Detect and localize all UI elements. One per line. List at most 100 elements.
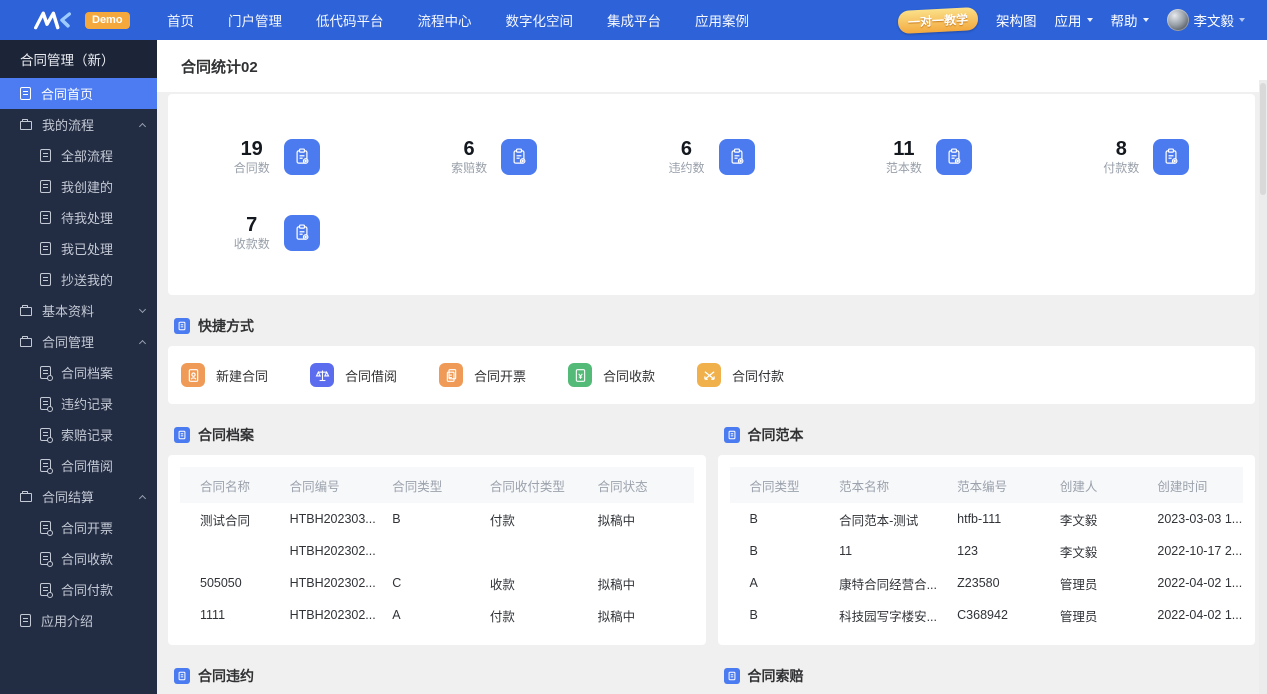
clipboard-gear-icon[interactable] (719, 139, 755, 175)
nav-item-portal[interactable]: 门户管理 (228, 10, 282, 30)
stat-value: 6 (668, 138, 704, 160)
sidebar-item-breach-records[interactable]: 违约记录 (0, 388, 157, 419)
clipboard-gear-icon[interactable] (936, 139, 972, 175)
architecture-label: 架构图 (996, 10, 1037, 30)
stat-value: 19 (234, 138, 270, 160)
table-row[interactable]: B 科技园写字楼安... C368942 管理员 2022-04-02 1... (730, 599, 1244, 631)
user-avatar (1167, 9, 1189, 31)
nav-item-app-cases[interactable]: 应用案例 (695, 10, 749, 30)
navbar-right: 一对一教学 架构图 应用 帮助 李文毅 (898, 9, 1267, 32)
stat-claims: 6 索赔数 (385, 138, 602, 176)
table-row[interactable]: 测试合同 HTBH202303... B 付款 拟稿中 (180, 503, 694, 535)
contract-icon (40, 459, 51, 472)
sidebar-item-label: 待我处理 (61, 208, 113, 227)
vertical-scrollbar[interactable] (1259, 80, 1267, 694)
sidebar-group-contract-settlement[interactable]: 合同结算 (0, 481, 157, 512)
quick-action-label: 新建合同 (216, 366, 268, 385)
contract-archive-section: 合同档案 合同名称 合同编号 合同类型 合同收付类型 (168, 404, 706, 645)
quick-action-contract-borrow[interactable]: 合同借阅 (310, 363, 439, 387)
table-row[interactable]: B 11 123 李文毅 2022-10-17 2... (730, 535, 1244, 567)
sidebar-item-contract-payment[interactable]: 合同付款 (0, 574, 157, 605)
sidebar-item-handled-by-me[interactable]: 我已处理 (0, 233, 157, 264)
quick-action-label: 合同开票 (474, 366, 526, 385)
sidebar-group-my-flows[interactable]: 我的流程 (0, 109, 157, 140)
architecture-link[interactable]: 架构图 (996, 10, 1037, 30)
help-menu[interactable]: 帮助 (1111, 10, 1149, 30)
quick-action-contract-payment[interactable]: 合同付款 (697, 363, 826, 387)
nav-item-integration[interactable]: 集成平台 (607, 10, 661, 30)
quick-action-contract-invoice[interactable]: 合同开票 (439, 363, 568, 387)
sidebar-item-app-intro[interactable]: 应用介绍 (0, 605, 157, 636)
chevron-up-icon (139, 494, 146, 501)
chevron-down-icon (1143, 18, 1149, 22)
user-name: 李文毅 (1194, 10, 1235, 30)
table-row[interactable]: 505050 HTBH202302... C 收款 拟稿中 (180, 567, 694, 599)
document-icon (40, 273, 51, 286)
table-row[interactable]: HTBH202302... (180, 535, 694, 567)
quick-actions-header: 快捷方式 (174, 316, 1249, 336)
sidebar-item-cc-me[interactable]: 抄送我的 (0, 264, 157, 295)
column-header: 合同名称 (180, 467, 278, 503)
contract-claim-header: 合同索赔 (724, 666, 1250, 686)
sidebar-item-label: 索赔记录 (61, 425, 113, 444)
apps-menu[interactable]: 应用 (1055, 10, 1093, 30)
folder-icon (20, 121, 32, 130)
user-menu[interactable]: 李文毅 (1167, 9, 1246, 31)
sidebar-item-label: 应用介绍 (41, 611, 93, 630)
contract-new-icon (181, 363, 205, 387)
sidebar-item-pending-me[interactable]: 待我处理 (0, 202, 157, 233)
table-row[interactable]: B 合同范本-测试 htfb-111 李文毅 2023-03-03 1... (730, 503, 1244, 535)
logo[interactable]: Demo (0, 10, 157, 30)
sidebar-item-contract-archive[interactable]: 合同档案 (0, 357, 157, 388)
quick-action-label: 合同借阅 (345, 366, 397, 385)
table-row[interactable]: 1111 HTBH202302... A 付款 拟稿中 (180, 599, 694, 631)
stat-templates: 11 范本数 (820, 138, 1037, 176)
clipboard-gear-icon[interactable] (284, 139, 320, 175)
document-icon (40, 180, 51, 193)
quick-action-label: 合同收款 (603, 366, 655, 385)
nav-item-lowcode[interactable]: 低代码平台 (316, 10, 384, 30)
quick-action-contract-receipt[interactable]: 合同收款 (568, 363, 697, 387)
stat-label: 范本数 (886, 160, 922, 176)
contract-template-section: 合同范本 合同类型 范本名称 范本编号 创建人 (718, 404, 1256, 645)
sidebar-item-contract-borrow[interactable]: 合同借阅 (0, 450, 157, 481)
folder-icon (20, 338, 32, 347)
stat-label: 付款数 (1103, 160, 1139, 176)
sidebar-item-contract-invoice[interactable]: 合同开票 (0, 512, 157, 543)
section-document-icon (724, 668, 740, 684)
column-header: 合同收付类型 (478, 467, 586, 503)
nav-item-home[interactable]: 首页 (167, 10, 194, 30)
nav-item-flow-center[interactable]: 流程中心 (418, 10, 472, 30)
sidebar-item-created-by-me[interactable]: 我创建的 (0, 171, 157, 202)
sidebar-item-label: 合同档案 (61, 363, 113, 382)
sidebar-item-contract-receipt[interactable]: 合同收款 (0, 543, 157, 574)
clipboard-gear-icon[interactable] (1153, 139, 1189, 175)
section-title: 合同违约 (198, 666, 254, 686)
column-header: 创建时间 (1145, 467, 1243, 503)
sidebar-title: 合同管理（新） (0, 40, 157, 78)
help-label: 帮助 (1111, 10, 1138, 30)
stat-label: 索赔数 (451, 160, 487, 176)
sidebar-group-basic-data[interactable]: 基本资料 (0, 295, 157, 326)
quick-action-label: 合同付款 (732, 366, 784, 385)
promo-badge[interactable]: 一对一教学 (897, 6, 978, 33)
sidebar-item-all-flows[interactable]: 全部流程 (0, 140, 157, 171)
contract-icon (40, 366, 51, 379)
clipboard-gear-icon[interactable] (501, 139, 537, 175)
stat-breaches: 6 违约数 (603, 138, 820, 176)
table-row[interactable]: A 康特合同经营合... Z23580 管理员 2022-04-02 1... (730, 567, 1244, 599)
quick-action-new-contract[interactable]: 新建合同 (181, 363, 310, 387)
document-icon (40, 242, 51, 255)
nav-item-digital-space[interactable]: 数字化空间 (506, 10, 574, 30)
sidebar-group-label: 基本资料 (42, 301, 94, 320)
document-icon (40, 211, 51, 224)
sidebar-group-contract-mgmt[interactable]: 合同管理 (0, 326, 157, 357)
clipboard-gear-icon[interactable] (284, 215, 320, 251)
sidebar-item-contract-home[interactable]: 合同首页 (0, 78, 157, 109)
sidebar-item-claim-records[interactable]: 索赔记录 (0, 419, 157, 450)
contract-icon (40, 428, 51, 441)
stats-card: 19 合同数 6 索赔数 (168, 94, 1255, 295)
pay-arrows-icon (697, 363, 721, 387)
sidebar-item-label: 合同收款 (61, 549, 113, 568)
scrollbar-thumb[interactable] (1260, 83, 1266, 195)
